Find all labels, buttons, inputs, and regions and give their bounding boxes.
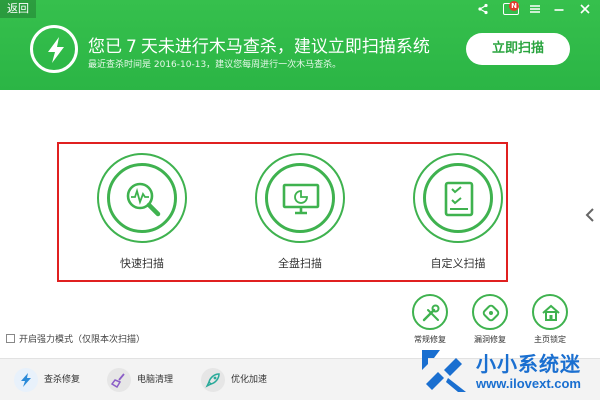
quick-scan-label: 快速扫描 (120, 257, 164, 270)
tab-optimize-speed-label: 优化加速 (231, 375, 268, 385)
headline-suffix: 天未进行木马查杀，建议立即扫描系统 (140, 37, 430, 57)
regular-repair-button[interactable]: 常规修复 (410, 294, 450, 346)
chevron-left-icon[interactable] (585, 207, 595, 227)
full-scan-ring (255, 153, 345, 243)
full-scan-label: 全盘扫描 (278, 257, 322, 270)
checklist-icon (423, 163, 493, 233)
force-mode-checkbox[interactable] (6, 334, 15, 343)
close-icon[interactable] (578, 3, 592, 17)
watermark-url: www.ilovext.com (476, 376, 581, 391)
custom-scan-label: 自定义扫描 (430, 257, 486, 270)
lightning-icon (14, 368, 38, 392)
tab-scan-repair-label: 查杀修复 (44, 375, 81, 385)
menu-icon[interactable] (528, 3, 542, 17)
quick-scan-option[interactable]: 快速扫描 (97, 153, 187, 273)
magnifier-pulse-icon (107, 163, 177, 233)
force-mode-label: 开启强力模式（仅限本次扫描） (19, 335, 146, 345)
scan-now-button[interactable]: 立即扫描 (466, 33, 570, 65)
full-scan-option[interactable]: 全盘扫描 (255, 153, 345, 273)
back-button[interactable]: 返回 (0, 0, 36, 18)
new-badge: N (509, 1, 519, 11)
share-icon[interactable] (476, 3, 490, 17)
watermark-logo-icon (418, 348, 470, 398)
days-count: 7 (126, 37, 137, 57)
watermark-title: 小小系统迷 (476, 352, 581, 376)
tab-pc-clean-label: 电脑清理 (137, 375, 174, 385)
wrench-screwdriver-icon (412, 294, 448, 330)
patch-icon (472, 294, 508, 330)
site-watermark: 小小系统迷 www.ilovext.com (410, 340, 600, 400)
homepage-lock-button[interactable]: 主页锁定 (530, 294, 570, 346)
force-mode-toggle[interactable]: 开启强力模式（仅限本次扫描） (6, 332, 145, 345)
home-lock-icon (532, 294, 568, 330)
lightning-badge-icon (30, 25, 78, 73)
headline-prefix: 您已 (88, 37, 122, 57)
last-scan-info: 最近查杀时间是 2016-10-13，建议您每周进行一次木马查杀。 (88, 60, 342, 70)
custom-scan-ring (413, 153, 503, 243)
monitor-icon (265, 163, 335, 233)
rocket-icon (201, 368, 225, 392)
vulnerability-repair-button[interactable]: 漏洞修复 (470, 294, 510, 346)
minimize-icon[interactable] (552, 3, 566, 17)
quick-scan-ring (97, 153, 187, 243)
broom-icon (107, 368, 131, 392)
custom-scan-option[interactable]: 自定义扫描 (413, 153, 503, 273)
scan-reminder-headline: 您已 7 天未进行木马查杀，建议立即扫描系统 (88, 32, 430, 57)
